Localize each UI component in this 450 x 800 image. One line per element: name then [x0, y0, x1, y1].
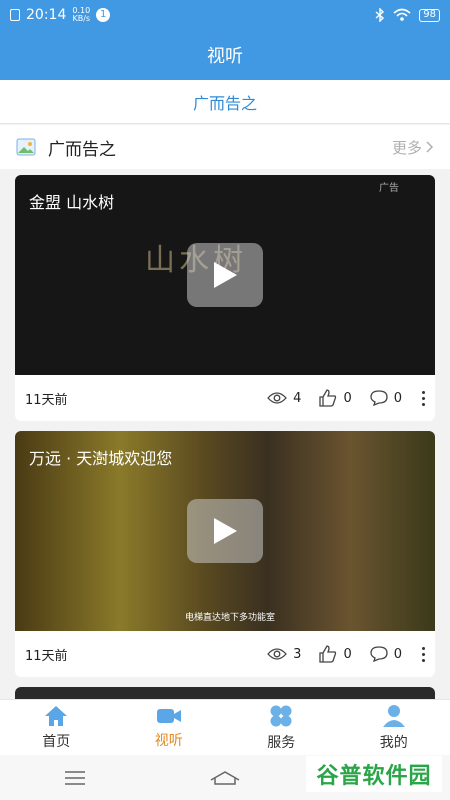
tab-services[interactable]: 服务 [225, 700, 338, 755]
tab-label: 视听 [154, 732, 183, 749]
more-options-icon[interactable] [422, 646, 425, 662]
tab-label: 服务 [267, 734, 296, 751]
more-link[interactable]: 更多 [392, 137, 434, 158]
services-icon [270, 705, 292, 726]
image-icon [16, 138, 36, 156]
category-header[interactable]: 广而告之 [0, 80, 450, 124]
video-player[interactable]: 广告 金盟 山水树 山水树 [15, 175, 435, 375]
video-player[interactable]: 万远 · 天澍城欢迎您 电梯直达地下多功能室 [15, 431, 435, 631]
more-label: 更多 [391, 138, 422, 157]
watermark: 谷普软件园 [306, 756, 442, 792]
views-stat: 3 [267, 647, 301, 662]
video-title: 金盟 山水树 [29, 193, 115, 212]
tab-home[interactable]: 首页 [0, 700, 113, 755]
tab-label: 我的 [379, 734, 408, 751]
status-time: 20:14 [26, 7, 67, 23]
video-card-peek[interactable] [15, 687, 435, 699]
comment-button[interactable]: 0 [370, 390, 402, 406]
comment-icon [370, 646, 388, 662]
home-button[interactable] [150, 770, 300, 785]
video-card[interactable]: 万远 · 天澍城欢迎您 电梯直达地下多功能室 11天前 3 0 0 [15, 431, 435, 677]
video-caption: 电梯直达地下多功能室 [185, 613, 276, 623]
more-options-icon[interactable] [422, 390, 425, 406]
home-icon [45, 705, 68, 726]
sim-icon [10, 9, 20, 21]
section-title: 广而告之 [48, 139, 116, 160]
like-button[interactable]: 0 [319, 645, 352, 663]
thumbs-up-icon [319, 389, 337, 407]
bluetooth-icon [375, 8, 385, 22]
tab-label: 首页 [42, 733, 71, 750]
wifi-icon [393, 8, 411, 21]
time-ago: 11天前 [25, 648, 68, 664]
menu-icon [65, 770, 85, 785]
category-title: 广而告之 [192, 93, 257, 113]
net-speed: 0.10 KB/s [72, 7, 90, 23]
comment-icon [370, 390, 388, 406]
battery-indicator: 98 [419, 8, 440, 22]
eye-icon [267, 392, 288, 404]
play-icon [214, 262, 237, 288]
play-button[interactable] [187, 243, 263, 307]
home-outline-icon [210, 770, 240, 785]
user-icon [382, 704, 405, 727]
net-speed-unit: KB/s [72, 14, 91, 23]
video-title: 万远 · 天澍城欢迎您 [29, 449, 173, 468]
tab-me[interactable]: 我的 [338, 700, 450, 755]
page-title: 视听 [207, 46, 243, 67]
nav-bar: 视听 [0, 30, 450, 80]
section-header: 广而告之 更多 [0, 125, 450, 169]
tab-bar: 首页 视听 服务 我的 [0, 699, 450, 755]
play-button[interactable] [187, 499, 263, 563]
likes-count: 0 [343, 646, 352, 662]
time-ago: 11天前 [25, 392, 68, 408]
play-icon [214, 518, 237, 544]
video-meta: 11天前 3 0 0 [15, 631, 435, 677]
tab-video[interactable]: 视听 [113, 700, 226, 755]
menu-button[interactable] [0, 770, 150, 785]
thumbs-up-icon [319, 645, 337, 663]
video-feed[interactable]: 广告 金盟 山水树 山水树 11天前 4 0 0 [0, 169, 450, 699]
video-camera-icon [156, 708, 181, 723]
views-count: 3 [293, 646, 302, 662]
ad-tag: 广告 [379, 183, 399, 194]
eye-icon [267, 648, 288, 660]
views-stat: 4 [267, 391, 301, 406]
notification-badge: 1 [96, 8, 111, 22]
chevron-right-icon [426, 141, 434, 153]
video-card[interactable]: 广告 金盟 山水树 山水树 11天前 4 0 0 [15, 175, 435, 421]
comments-count: 0 [393, 646, 402, 662]
comments-count: 0 [393, 390, 402, 406]
comment-button[interactable]: 0 [370, 646, 402, 662]
like-button[interactable]: 0 [319, 389, 352, 407]
video-meta: 11天前 4 0 0 [15, 375, 435, 421]
views-count: 4 [293, 390, 302, 406]
likes-count: 0 [343, 390, 352, 406]
status-bar: 20:14 0.10 KB/s 1 98 [0, 0, 450, 30]
